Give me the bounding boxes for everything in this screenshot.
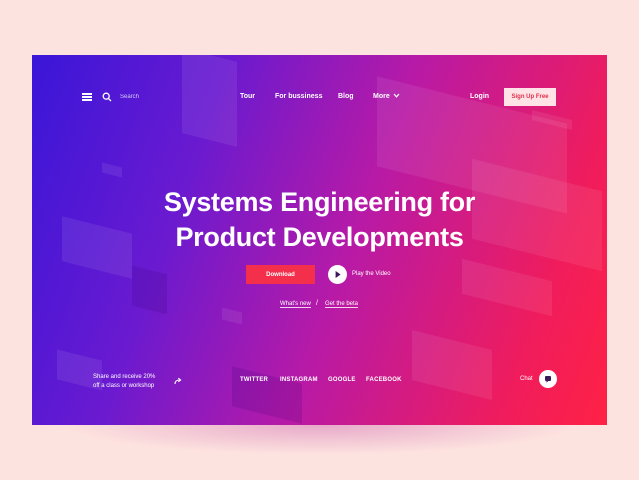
top-nav: Tour For bussiness Blog More Login Sign … [32,88,607,108]
promo-text: Share and receive 20% off a class or wor… [93,373,155,391]
nav-link-tour[interactable]: Tour [240,93,255,100]
hamburger-icon[interactable] [82,93,92,101]
nav-link-more[interactable]: More [373,93,400,100]
decor-shape [232,366,302,424]
decor-shape [102,162,122,178]
search-input[interactable] [120,91,200,103]
social-link-google[interactable]: GOOGLE [328,377,356,383]
get-beta-link[interactable]: Get the beta [325,301,359,308]
decor-shape [412,330,492,400]
nav-link-more-label: More [373,93,390,100]
nav-link-blog[interactable]: Blog [338,93,354,100]
signup-button[interactable]: Sign Up Free [504,88,556,106]
login-link[interactable]: Login [470,93,489,100]
search-icon[interactable] [102,92,112,102]
decor-shape [132,265,167,315]
social-link-twitter[interactable]: TWITTER [240,377,268,383]
nav-link-for-business[interactable]: For bussiness [275,93,322,100]
chat-icon [545,376,551,383]
share-arrow-icon[interactable] [174,377,182,385]
whats-new-link[interactable]: What's new [280,301,311,308]
play-video-button[interactable] [328,265,347,284]
link-separator: / [316,300,318,307]
chat-button[interactable] [539,370,557,388]
social-link-instagram[interactable]: INSTAGRAM [280,377,318,383]
social-link-facebook[interactable]: FACEBOOK [366,377,402,383]
promo-line1: Share and receive 20% [93,374,156,380]
download-button[interactable]: Download [246,265,315,284]
decor-shape [462,258,552,317]
hero-headline: Systems Engineering for Product Developm… [32,185,607,255]
chevron-down-icon [393,93,400,98]
decor-shape [222,307,242,325]
play-video-label[interactable]: Play the Video [352,271,391,277]
hero-headline-line2: Product Developments [175,222,464,252]
chat-label: Chat [520,376,533,382]
hero-card: Tour For bussiness Blog More Login Sign … [32,55,607,425]
play-icon [335,271,341,278]
hero-headline-line1: Systems Engineering for [163,187,476,217]
promo-line2: off a class or workshop [93,383,155,389]
